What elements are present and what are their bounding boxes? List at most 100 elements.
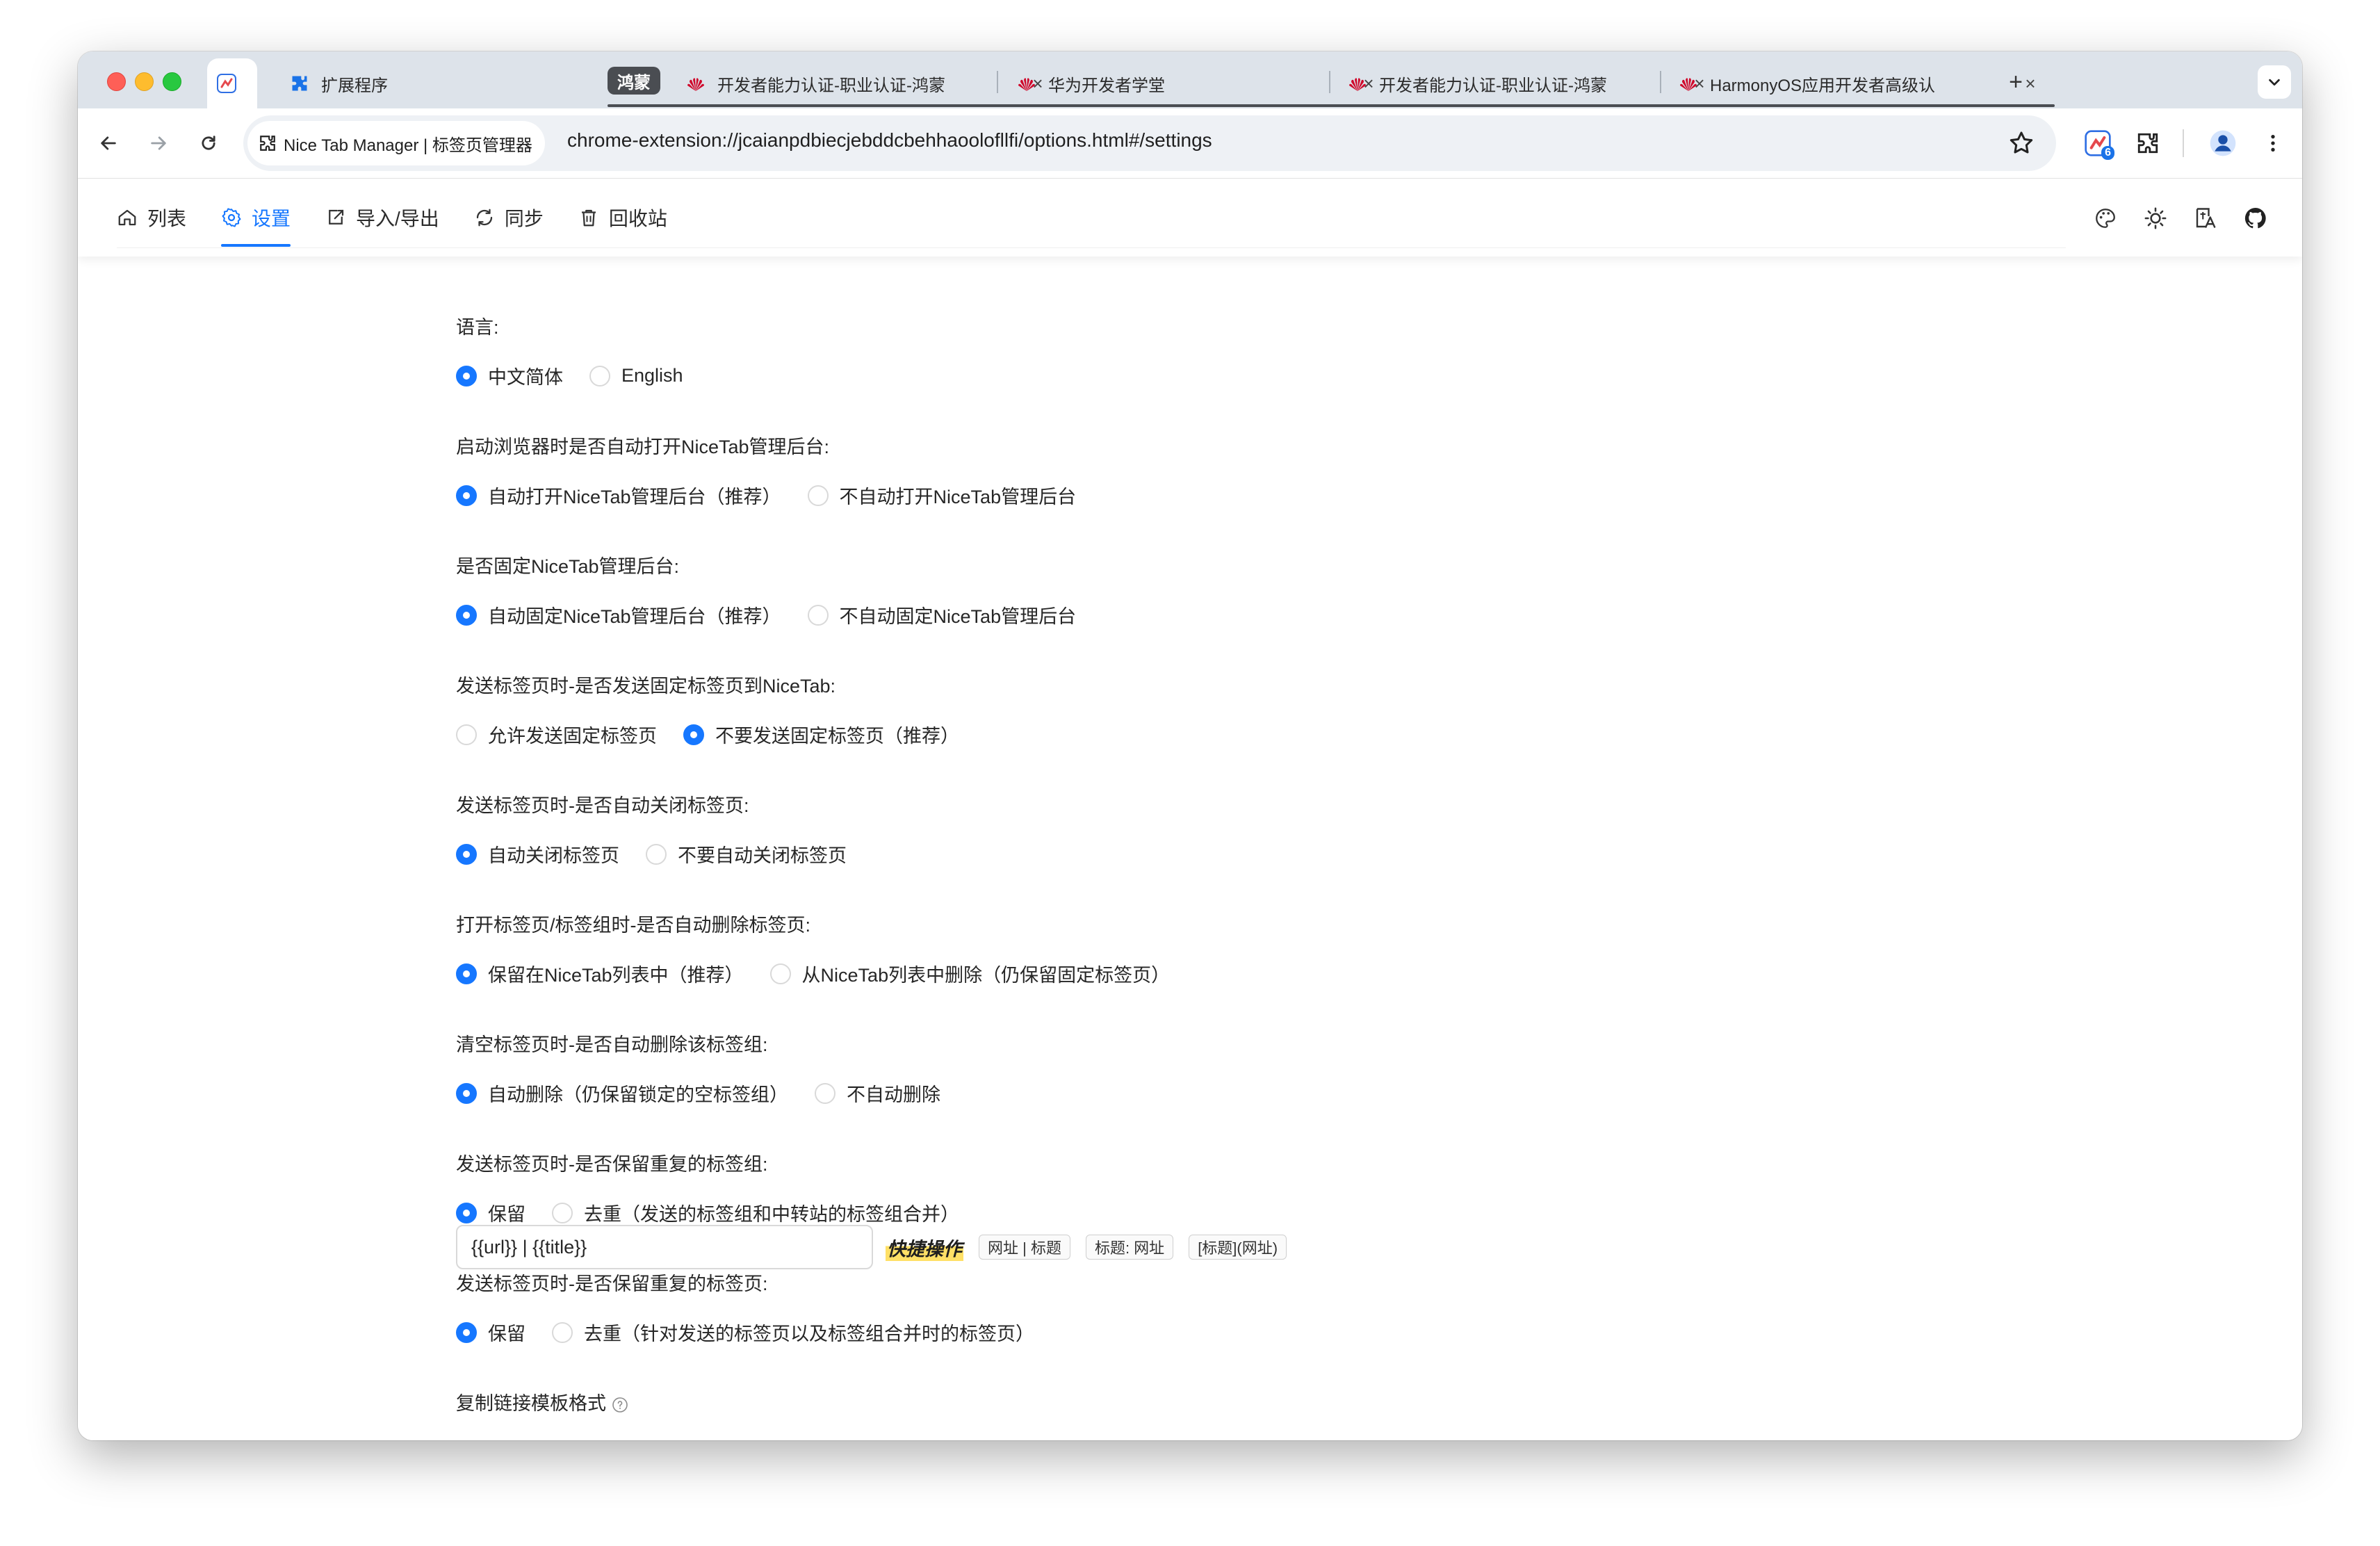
radio-button[interactable] [815, 1082, 836, 1104]
radio-option[interactable]: 不自动固定NiceTab管理后台 [807, 601, 1077, 628]
close-window-button[interactable] [107, 72, 126, 91]
bookmark-star-icon[interactable] [2007, 129, 2035, 157]
nicetab-extension-button[interactable]: 6 [2080, 125, 2116, 161]
tab-title: 开发者能力认证-职业认证-鸿蒙 [717, 76, 945, 95]
radio-option[interactable]: 自动关闭标签页 [456, 840, 619, 868]
radio-button[interactable] [552, 1321, 573, 1343]
translate-icon [2196, 208, 2216, 228]
puzzle-icon [2137, 133, 2158, 154]
tab-strip: 扩展程序 × 鸿蒙 开发者能力认证-职业认证-鸿蒙 × 华为开发者学堂 × [78, 51, 2302, 108]
radio-label: 不自动固定NiceTab管理后台 [839, 606, 1077, 627]
new-tab-button[interactable]: + [2002, 68, 2030, 96]
theme-color-button[interactable] [2091, 204, 2120, 233]
setting-pin-admin: 是否固定NiceTab管理后台: 自动固定NiceTab管理后台（推荐） 不自动… [456, 553, 1102, 628]
forward-button[interactable] [142, 127, 175, 160]
setting-label: 发送标签页时-是否发送固定标签页到NiceTab: [456, 676, 836, 697]
minimize-window-button[interactable] [135, 72, 154, 91]
back-button[interactable] [92, 127, 125, 160]
radio-option[interactable]: 保留 [456, 1199, 525, 1226]
import-export-icon [329, 209, 344, 225]
radio-button-checked[interactable] [456, 963, 477, 984]
setting-auto-open-admin: 启动浏览器时是否自动打开NiceTab管理后台: 自动打开NiceTab管理后台… [456, 433, 1102, 509]
radio-button[interactable] [807, 485, 829, 506]
radio-option[interactable]: 从NiceTab列表中删除（仍保留固定标签页） [769, 960, 1170, 987]
url-text[interactable]: chrome-extension://jcaianpdbiecjebddcbeh… [567, 129, 1212, 152]
radio-button-checked[interactable] [456, 1082, 477, 1104]
radio-button[interactable] [646, 843, 667, 865]
nav-item-import-export[interactable]: 导入/导出 [325, 179, 439, 257]
tab-huawei-cert-2[interactable]: 开发者能力认证-职业认证-鸿蒙 × [1337, 58, 1721, 108]
tab-search-button[interactable] [2258, 65, 2291, 99]
radio-option[interactable]: 自动固定NiceTab管理后台（推荐） [456, 601, 781, 628]
extensions-button[interactable] [2130, 125, 2166, 161]
radio-label: 中文简体 [488, 367, 563, 388]
help-icon[interactable] [612, 1397, 628, 1413]
radio-option[interactable]: 自动打开NiceTab管理后台（推荐） [456, 482, 781, 509]
radio-option[interactable]: 不要自动关闭标签页 [646, 840, 847, 868]
radio-button-checked[interactable] [456, 1202, 477, 1223]
github-link[interactable] [2241, 204, 2270, 233]
radio-button[interactable] [807, 604, 829, 626]
radio-option[interactable]: 保留 [456, 1319, 525, 1346]
toolbar-separator [2183, 129, 2184, 157]
arrow-left-icon [101, 136, 116, 150]
radio-button-checked[interactable] [683, 724, 704, 745]
radio-button-checked[interactable] [456, 604, 477, 626]
tab-huawei-academy[interactable]: 华为开发者学堂 × [1006, 58, 1390, 108]
site-info-chip[interactable]: Nice Tab Manager | 标签页管理器 [247, 121, 545, 165]
setting-auto-close-tabs: 发送标签页时-是否自动关闭标签页: 自动关闭标签页 不要自动关闭标签页 [456, 792, 873, 868]
reload-icon [202, 136, 215, 150]
address-bar[interactable]: Nice Tab Manager | 标签页管理器 chrome-extensi… [243, 115, 2056, 171]
radio-option[interactable]: 不要发送固定标签页（推荐） [683, 721, 959, 748]
quick-template-url-title[interactable]: 网址 | 标题 [979, 1235, 1070, 1260]
site-chip-label: Nice Tab Manager | 标签页管理器 [284, 136, 532, 155]
radio-button-checked[interactable] [456, 1321, 477, 1343]
radio-option[interactable]: 保留在NiceTab列表中（推荐） [456, 960, 744, 987]
radio-option[interactable]: 去重（发送的标签组和中转站的标签组合并） [552, 1199, 959, 1226]
radio-button[interactable] [769, 963, 791, 984]
profile-button[interactable] [2205, 125, 2241, 161]
radio-button-checked[interactable] [456, 365, 477, 386]
nav-item-settings[interactable]: 设置 [221, 179, 291, 257]
radio-button[interactable] [589, 365, 610, 386]
radio-option[interactable]: 允许发送固定标签页 [456, 721, 657, 748]
theme-toggle-button[interactable] [2141, 204, 2170, 233]
setting-label: 打开标签页/标签组时-是否自动删除标签页: [456, 915, 810, 936]
tab-huawei-cert-1[interactable]: 开发者能力认证-职业认证-鸿蒙 × [676, 58, 1059, 108]
huawei-icon [685, 73, 706, 94]
nav-item-list[interactable]: 列表 [117, 179, 186, 257]
nav-item-sync[interactable]: 同步 [474, 179, 544, 257]
copy-template-input[interactable]: {{url}} | {{title}} [456, 1225, 873, 1269]
radio-button-checked[interactable] [456, 485, 477, 506]
tab-harmonyos-cert[interactable]: HarmonyOS应用开发者高级认 × [1668, 58, 2052, 108]
tab-group-chip[interactable]: 鸿蒙 [608, 67, 660, 95]
radio-option[interactable]: 不自动删除 [815, 1080, 940, 1107]
radio-label: 不自动打开NiceTab管理后台 [839, 487, 1077, 507]
radio-label: 不自动删除 [847, 1084, 940, 1105]
app-header: 列表 设置 导入/导出 同步 回收站 [78, 179, 2302, 257]
radio-option[interactable]: 自动删除（仍保留锁定的空标签组） [456, 1080, 788, 1107]
huawei-icon [1016, 73, 1037, 94]
huawei-icon [1678, 73, 1699, 94]
extension-page-icon [260, 136, 275, 151]
language-button[interactable] [2191, 204, 2220, 233]
pinned-tab-nicetab[interactable] [207, 58, 257, 108]
radio-button[interactable] [456, 724, 477, 745]
setting-label: 是否固定NiceTab管理后台: [456, 556, 680, 577]
browser-menu-button[interactable] [2255, 125, 2291, 161]
radio-option[interactable]: English [589, 365, 683, 386]
reload-button[interactable] [192, 127, 225, 160]
github-icon [2244, 207, 2266, 229]
chevron-down-icon [2269, 79, 2280, 86]
radio-button-checked[interactable] [456, 843, 477, 865]
radio-option[interactable]: 去重（针对发送的标签页以及标签组合并时的标签页） [552, 1319, 1034, 1346]
nav-item-trash[interactable]: 回收站 [578, 179, 667, 257]
radio-button[interactable] [552, 1202, 573, 1223]
setting-duplicate-tabs: 发送标签页时-是否保留重复的标签页: 保留 去重（针对发送的标签页以及标签组合并… [456, 1270, 1061, 1346]
quick-template-markdown[interactable]: [标题](网址) [1189, 1235, 1287, 1260]
radio-option[interactable]: 中文简体 [456, 362, 563, 389]
tab-extensions[interactable]: 扩展程序 × [279, 58, 660, 108]
maximize-window-button[interactable] [163, 72, 181, 91]
radio-option[interactable]: 不自动打开NiceTab管理后台 [807, 482, 1077, 509]
quick-template-title-url[interactable]: 标题: 网址 [1085, 1235, 1174, 1260]
